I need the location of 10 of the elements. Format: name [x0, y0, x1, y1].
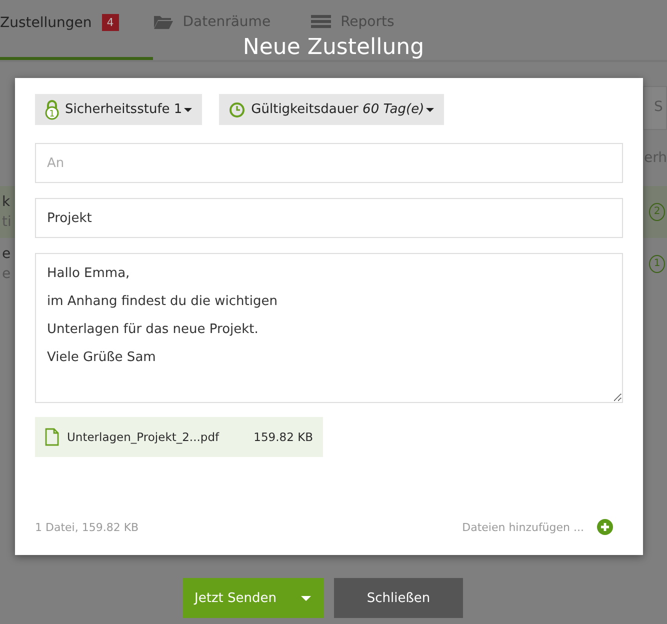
- row-title: e: [2, 246, 11, 262]
- file-size: 159.82 KB: [254, 430, 313, 444]
- row-title: k: [2, 194, 12, 210]
- file-summary: 1 Datei, 159.82 KB: [35, 520, 139, 534]
- tab-label: Zustellungen: [0, 14, 92, 30]
- lock-icon: 1: [649, 255, 665, 273]
- dialog-title: Neue Zustellung: [242, 36, 424, 60]
- file-name: Unterlagen_Projekt_2...pdf: [67, 430, 220, 444]
- lock-icon: 2: [649, 203, 665, 221]
- count-badge: 4: [102, 14, 119, 31]
